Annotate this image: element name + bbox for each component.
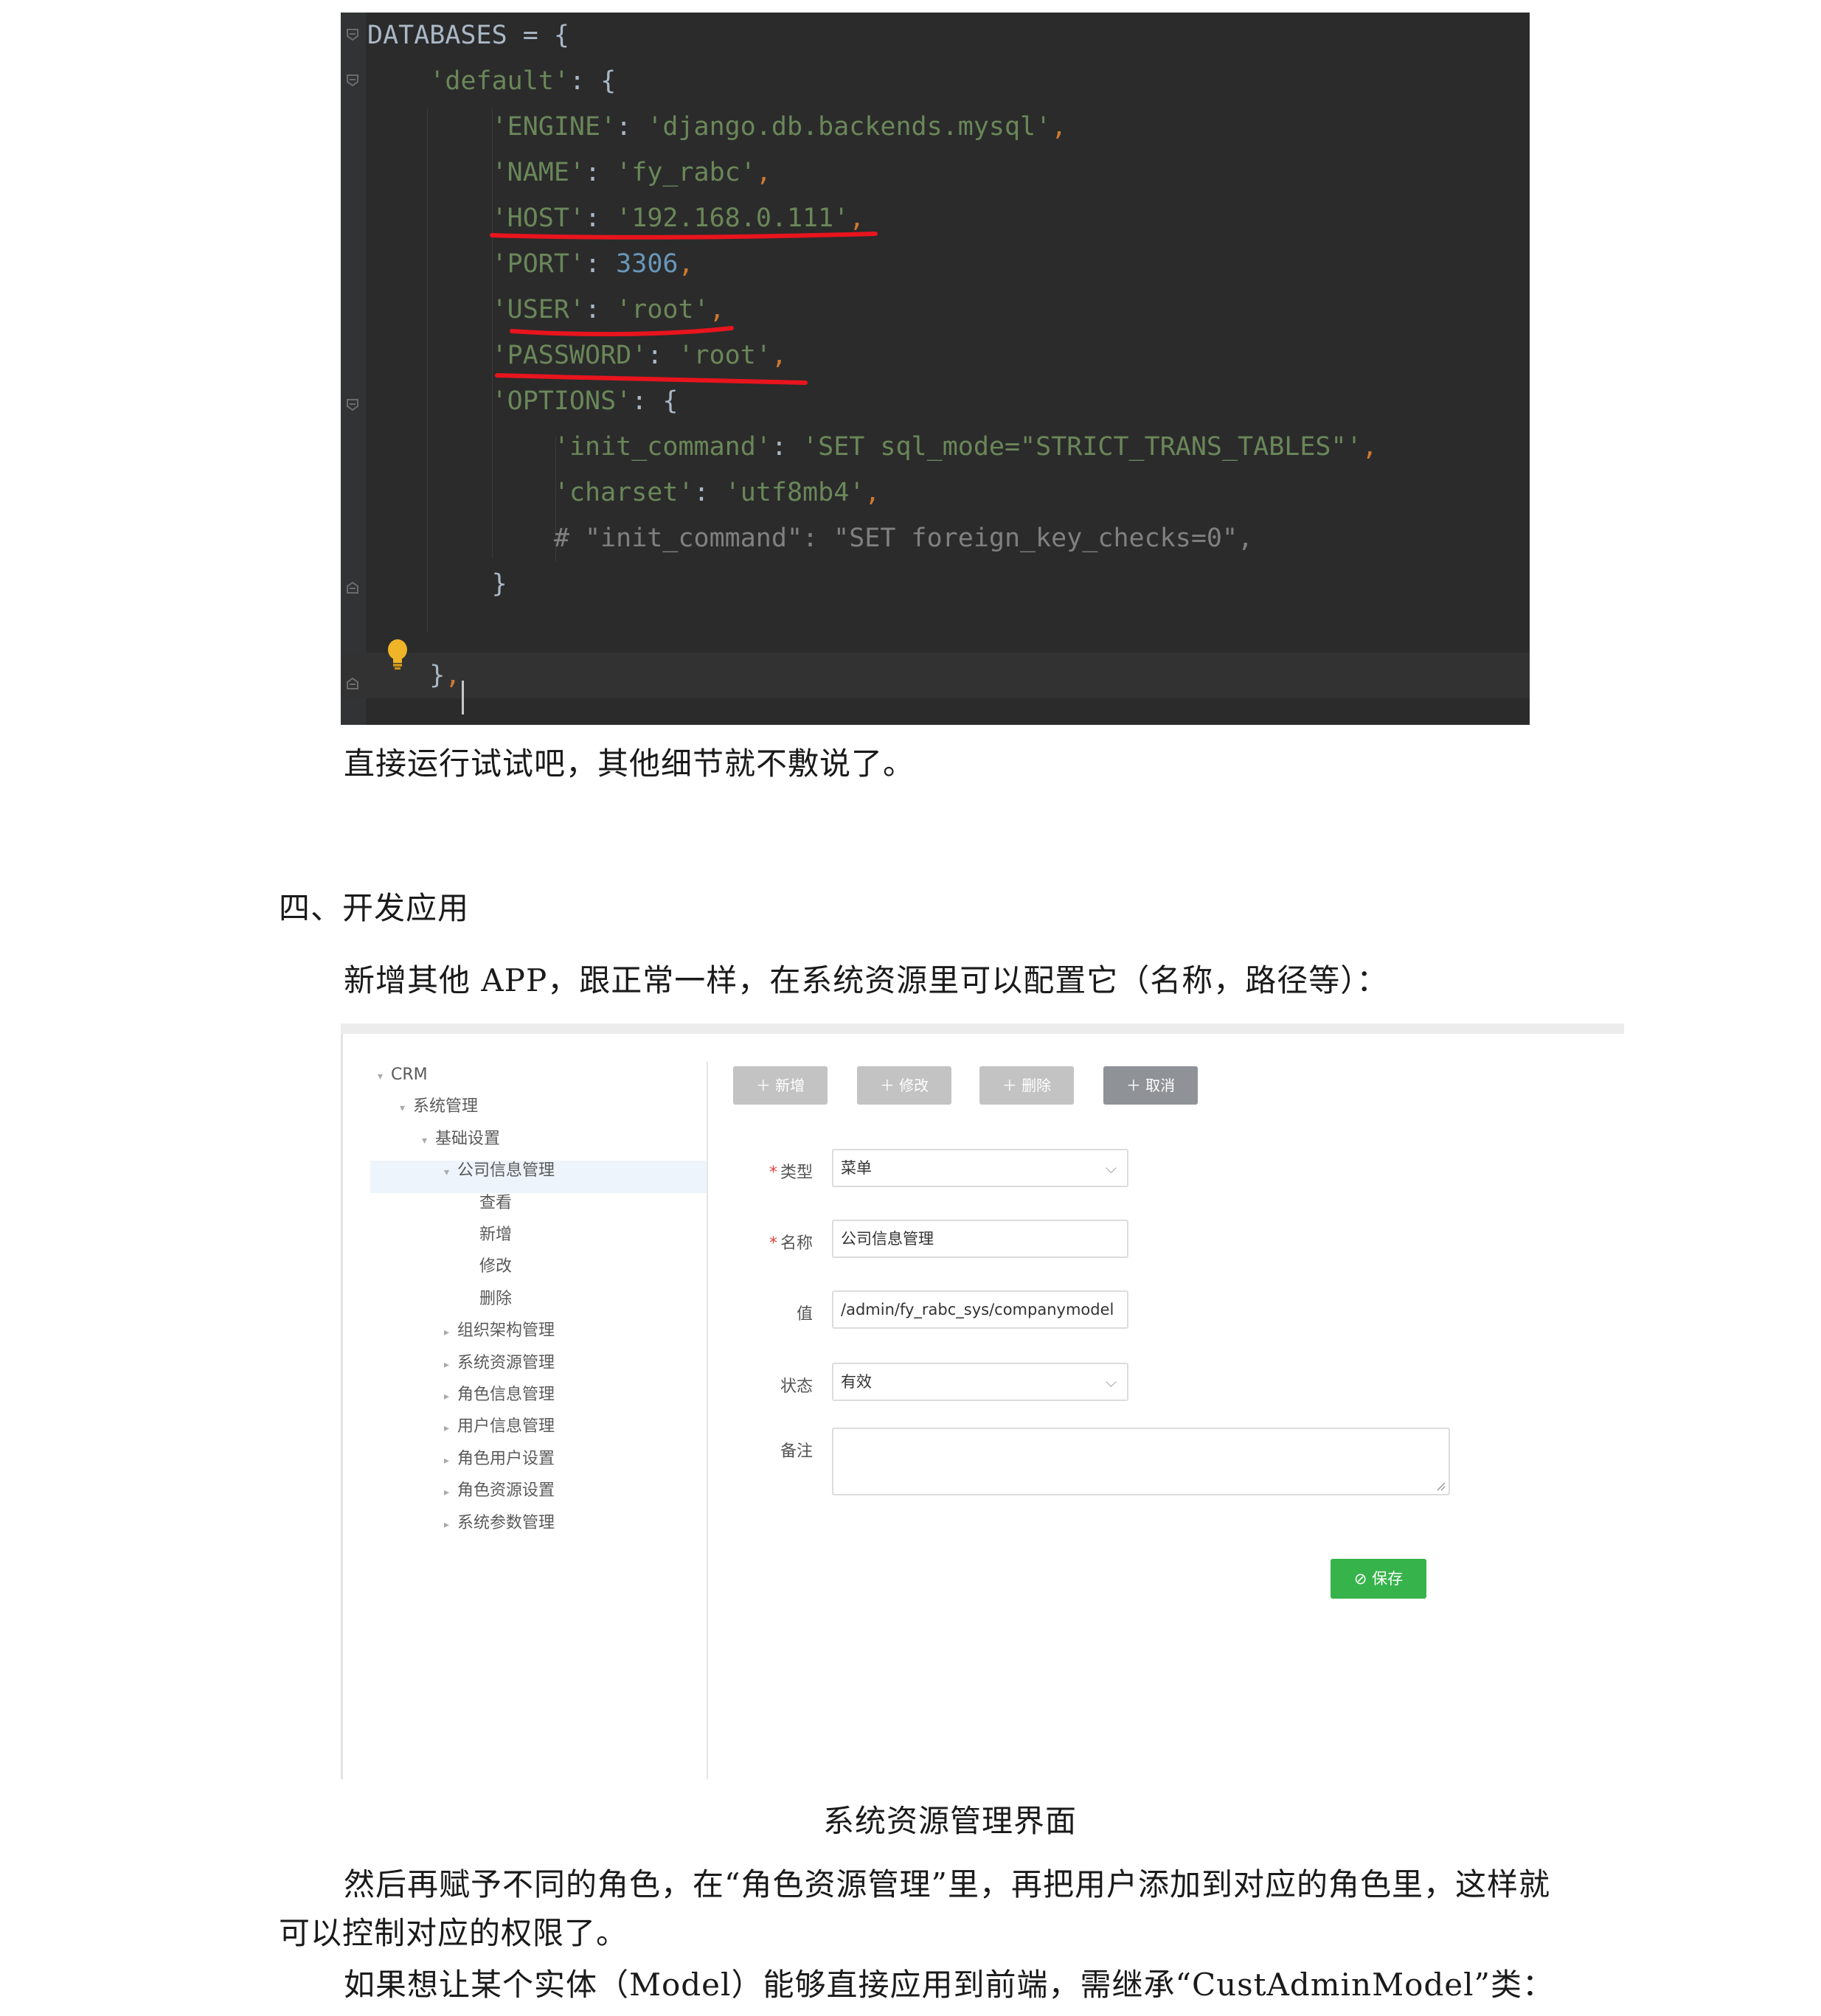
edit-button[interactable]: ＋ 修改	[857, 1066, 951, 1105]
tree-item-label: 组织架构管理	[457, 1321, 555, 1341]
type-label: * 类型	[769, 1164, 813, 1182]
tree-item[interactable]: ▸ 用户信息管理	[444, 1412, 555, 1442]
paragraph-new-app: 新增其他 APP，跟正常一样，在系统资源里可以配置它（名称，路径等）：	[344, 962, 1389, 998]
paragraph-model: 如果想让某个实体（Model）能够直接应用到前端，需继承“CustAdminMo…	[344, 1967, 1555, 2003]
type-select[interactable]: 菜单 ⌵	[832, 1149, 1128, 1187]
caret-down-icon[interactable]: ▾	[400, 1094, 413, 1123]
tree-item-label: 新增	[479, 1226, 513, 1244]
tree-item[interactable]: 修改	[466, 1252, 512, 1282]
caret-down-icon[interactable]: ▾	[444, 1158, 457, 1187]
remark-label: 备注	[780, 1442, 813, 1461]
panel-divider	[707, 1062, 708, 1779]
tree-item[interactable]: 查看	[466, 1189, 512, 1218]
caret-right-icon[interactable]: ▸	[444, 1414, 457, 1443]
value-input[interactable]: /admin/fy_rabc_sys/companymodel	[832, 1290, 1128, 1329]
tree-item[interactable]: ▸ 系统参数管理	[444, 1509, 555, 1538]
section-heading: 四、开发应用	[279, 890, 470, 926]
value-label: 值	[796, 1305, 813, 1324]
tree-item[interactable]: ▾ CRM	[378, 1060, 428, 1090]
cancel-button[interactable]: ＋ 取消	[1103, 1066, 1198, 1105]
tree-item[interactable]: ▸ 角色用户设置	[444, 1445, 555, 1474]
tree-item-label: 公司信息管理	[457, 1161, 555, 1181]
caret-right-icon[interactable]: ▸	[444, 1318, 457, 1347]
tree-item-label: 角色信息管理	[457, 1386, 555, 1404]
tree-item-label: 修改	[479, 1257, 513, 1276]
tree-item-label: 用户信息管理	[457, 1417, 555, 1436]
tree-item-label: CRM	[391, 1066, 428, 1084]
name-input[interactable]: 公司信息管理	[832, 1220, 1128, 1258]
code-editor-screenshot: DATABASES = { 'default': { 'ENGINE': 'dj…	[341, 13, 1530, 725]
tree-item-label: 系统管理	[413, 1097, 479, 1116]
status-select[interactable]: 有效 ⌵	[832, 1363, 1128, 1401]
tree-item-label: 角色用户设置	[457, 1449, 555, 1468]
chevron-down-icon: ⌵	[1105, 1159, 1117, 1177]
caret-right-icon[interactable]: ▸	[444, 1350, 457, 1380]
tree-item-label: 基础设置	[435, 1129, 501, 1148]
tree-item[interactable]: ▾ 基础设置	[422, 1125, 500, 1154]
tree-item-label: 系统资源管理	[457, 1353, 555, 1372]
caret-right-icon[interactable]: ▸	[444, 1382, 457, 1411]
tree-item-label: 角色资源设置	[457, 1481, 555, 1501]
status-label: 状态	[780, 1377, 813, 1396]
tree-item[interactable]: ▸ 角色信息管理	[444, 1380, 555, 1410]
save-button[interactable]: ⊘ 保存	[1331, 1559, 1426, 1599]
paragraph-run-test: 直接运行试试吧，其他细节就不敷说了。	[344, 745, 915, 782]
tree-item[interactable]: ▸ 系统资源管理	[444, 1349, 555, 1378]
remark-textarea[interactable]	[832, 1428, 1450, 1495]
tree-item-label: 查看	[479, 1193, 513, 1212]
caret-down-icon[interactable]: ▾	[378, 1062, 391, 1091]
add-button[interactable]: ＋ 新增	[733, 1066, 828, 1105]
chevron-down-icon: ⌵	[1105, 1373, 1117, 1391]
tree-item[interactable]: ▾ 公司信息管理	[444, 1156, 555, 1186]
tree-item[interactable]: 删除	[466, 1285, 512, 1314]
caret-right-icon[interactable]: ▸	[444, 1478, 457, 1507]
paragraph-roles-1: 然后再赋予不同的角色，在“角色资源管理”里，再把用户添加到对应的角色里，这样就	[344, 1866, 1550, 1902]
tree-item[interactable]: ▸ 组织架构管理	[444, 1316, 555, 1346]
resize-handle-icon[interactable]	[1436, 1481, 1446, 1492]
caret-right-icon[interactable]: ▸	[444, 1446, 457, 1475]
caret-right-icon[interactable]: ▸	[444, 1510, 457, 1540]
system-resource-screenshot: ▾ CRM ▾ 系统管理 ▾ 基础设置 ▾ 公司信息管理 查看 新增 修改 删除 ▸ 组织架构管理 ▸ 系统资…	[341, 1023, 1624, 1779]
tree-item[interactable]: ▾ 系统管理	[400, 1092, 478, 1122]
screenshot-left-border	[341, 1034, 343, 1779]
name-label: * 名称	[769, 1234, 813, 1253]
tree-item[interactable]: 新增	[466, 1220, 512, 1250]
tree-item[interactable]: ▸ 角色资源设置	[444, 1476, 555, 1506]
paragraph-roles-2: 可以控制对应的权限了。	[279, 1915, 628, 1951]
tree-item-label: 系统参数管理	[457, 1513, 555, 1532]
required-mark: *	[769, 1164, 777, 1182]
caret-down-icon[interactable]: ▾	[422, 1126, 435, 1155]
figure-caption: 系统资源管理界面	[823, 1803, 1078, 1839]
screenshot-top-bar	[341, 1023, 1624, 1034]
delete-button[interactable]: ＋ 删除	[979, 1066, 1074, 1105]
required-mark: *	[769, 1234, 777, 1253]
red-underline-annotations	[490, 232, 878, 385]
tree-item-label: 删除	[479, 1289, 513, 1308]
